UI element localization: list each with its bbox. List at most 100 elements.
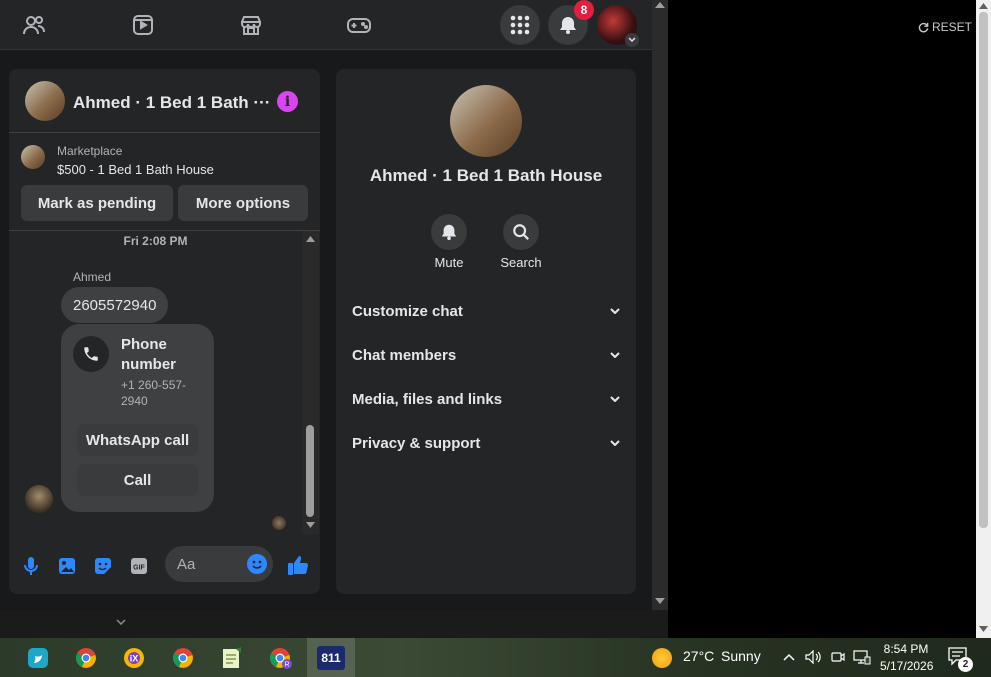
gaming-icon[interactable] [346,12,372,38]
listing-thumbnail [21,145,45,169]
meet-icon[interactable] [831,650,845,664]
search-button[interactable] [503,214,539,250]
chevron-down-icon [610,440,620,446]
collapse-chevron-icon[interactable] [116,612,126,630]
chrome-icon[interactable] [66,642,106,674]
clock-time: 8:54 PM [883,642,929,656]
chevron-up-icon[interactable] [783,653,795,661]
chrome-icon[interactable] [163,642,203,674]
window-scrollbar[interactable] [976,0,991,638]
ixbrowser-icon[interactable]: iX [114,642,154,674]
row-chat-members[interactable]: Chat members [352,343,620,367]
microphone-icon[interactable] [21,556,41,576]
chevron-down-icon [610,396,620,402]
like-icon[interactable] [287,554,309,576]
composer: GIF Aa [9,534,320,594]
svg-text:GIF: GIF [133,565,145,572]
messages-scrollbar[interactable] [302,231,319,534]
mark-pending-button[interactable]: Mark as pending [21,185,173,221]
profile-avatar[interactable] [597,5,639,47]
listing-title[interactable]: $500 - 1 Bed 1 Bath House [57,162,214,177]
notification-center-icon[interactable]: 2 [948,647,973,672]
more-options-button[interactable]: More options [178,185,308,221]
notifications-button[interactable]: 8 [548,0,594,45]
search-label: Search [500,255,542,270]
gif-icon[interactable]: GIF [129,556,149,576]
scroll-up-icon[interactable] [655,2,665,8]
scroll-down-icon[interactable] [979,626,988,632]
row-privacy-support[interactable]: Privacy & support [352,431,620,455]
chrome-profile-icon[interactable]: R [261,642,301,674]
notification-center-count: 2 [958,657,973,672]
scrollbar-thumb[interactable] [306,425,314,517]
sun-icon[interactable] [652,648,672,668]
phone-card-number: +1 260-557-2940 [121,378,187,408]
sticker-icon[interactable] [93,556,113,576]
scroll-down-icon[interactable] [306,522,315,528]
top-navigation-bar: 8 [0,0,652,50]
surfshark-icon[interactable] [18,642,58,674]
message-bubble[interactable]: 2605572940 [61,287,169,323]
weather-text[interactable]: Sunny [721,648,761,664]
chat-header: Ahmed · 1 Bed 1 Bath ··· i [9,69,320,133]
marketplace-icon[interactable] [238,12,264,38]
row-label: Media, files and links [352,390,503,408]
photo-icon[interactable] [57,556,77,576]
message-list: Fri 2:08 PM Ahmed 2605572940 Phone numbe… [9,231,320,534]
phone-card-title: Phone number [121,336,177,373]
whatsapp-call-button[interactable]: WhatsApp call [77,424,198,456]
app-811-label: 811 [317,645,345,670]
info-name: Ahmed · 1 Bed 1 Bath House [369,166,603,185]
refresh-icon [918,22,929,32]
weather-temp[interactable]: 27°C [683,648,714,664]
row-customize-chat[interactable]: Customize chat [352,299,620,323]
notification-badge: 8 [574,0,594,20]
row-media-files-links[interactable]: Media, files and links [352,387,620,411]
network-icon[interactable] [853,649,871,665]
chevron-down-icon [625,33,639,47]
listing-label: Marketplace [57,144,123,158]
message-timestamp: Fri 2:08 PM [123,234,188,248]
message-input[interactable]: Aa [165,546,273,582]
phone-card: Phone number +1 260-557-2940 WhatsApp ca… [61,324,214,512]
taskbar: iX R 811 27°C Sunny 8:54 PM 5/17/2026 2 [0,638,991,677]
volume-icon[interactable] [805,650,823,664]
info-avatar[interactable] [450,85,522,157]
friends-icon[interactable] [21,12,47,38]
right-pane: RESET [668,0,976,638]
page-scrollbar[interactable] [652,0,668,610]
chat-avatar[interactable] [25,81,65,121]
bell-icon [560,17,576,34]
row-label: Privacy & support [352,434,481,452]
info-icon[interactable]: i [277,91,298,112]
grid-icon [510,15,530,35]
sender-avatar [25,485,53,513]
chat-title[interactable]: Ahmed · 1 Bed 1 Bath ··· [73,93,270,113]
chevron-down-icon [610,352,620,358]
scroll-down-icon[interactable] [655,598,665,604]
scrollbar-thumb[interactable] [979,12,988,528]
chevron-down-icon [610,308,620,314]
row-label: Chat members [352,346,457,364]
clock-date: 5/17/2026 [880,659,934,673]
message-input-placeholder: Aa [177,556,196,573]
watch-icon[interactable] [130,12,156,38]
clock[interactable]: 8:54 PM 5/17/2026 [880,641,934,675]
app-811-icon[interactable]: 811 [307,638,355,677]
emoji-icon[interactable] [247,554,267,574]
bell-icon [441,224,457,241]
mute-label: Mute [434,255,464,270]
mute-button[interactable] [431,214,467,250]
reset-button[interactable]: RESET [918,20,972,34]
scroll-up-icon[interactable] [979,3,988,9]
search-icon [513,224,529,240]
scroll-up-icon[interactable] [306,236,315,242]
menu-grid-button[interactable] [500,5,540,45]
row-label: Customize chat [352,302,463,320]
call-button[interactable]: Call [77,464,198,496]
notepad-icon[interactable] [212,642,252,674]
read-receipt-avatar [272,516,286,530]
reset-label: RESET [932,20,973,34]
sender-name: Ahmed [73,270,112,284]
chat-panel: Ahmed · 1 Bed 1 Bath ··· i Marketplace $… [9,69,320,594]
